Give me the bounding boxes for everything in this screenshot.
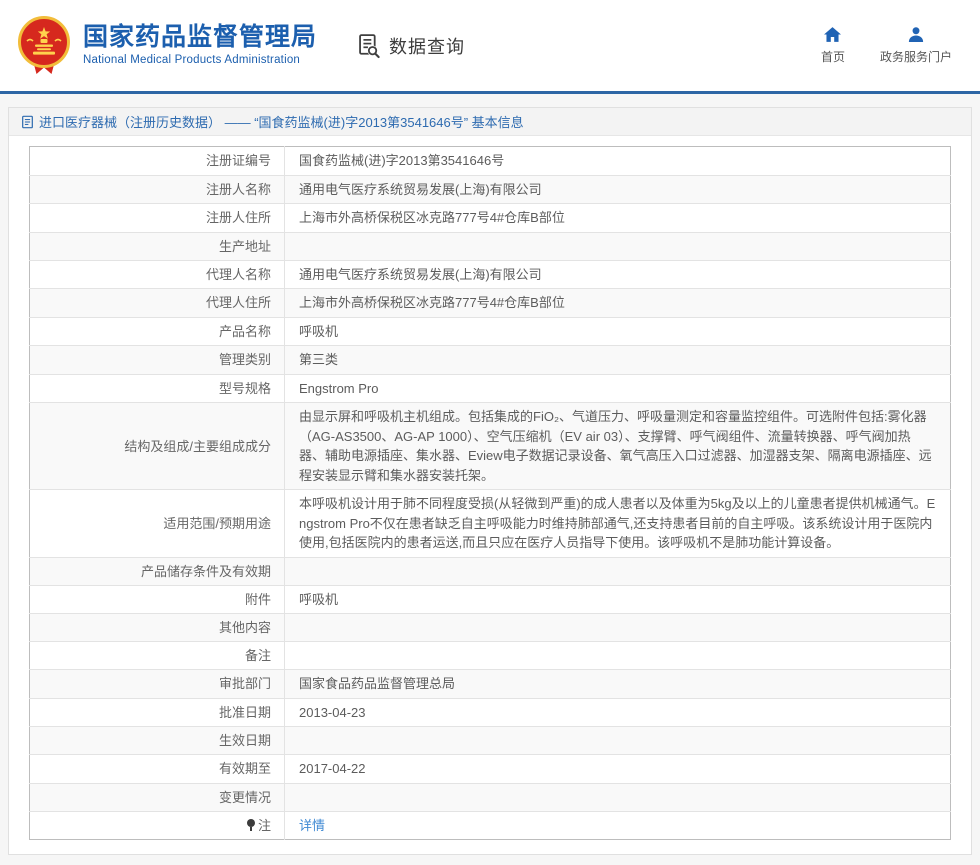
row-value: [285, 783, 951, 811]
row-label: 注册人名称: [30, 175, 285, 204]
page-title: 进口医疗器械（注册历史数据） —— “国食药监械(进)字2013第3541646…: [39, 112, 524, 131]
table-row: 注详情: [30, 811, 951, 840]
detail-link[interactable]: 详情: [299, 818, 325, 833]
table-row: 审批部门国家食品药品监督管理总局: [30, 670, 951, 699]
row-label: 变更情况: [30, 783, 285, 811]
registration-info-table: 注册证编号国食药监械(进)字2013第3541646号注册人名称通用电气医疗系统…: [29, 146, 951, 840]
brand-text: 国家药品监督管理局 National Medical Products Admi…: [83, 24, 317, 67]
brand-subtitle: National Medical Products Administration: [83, 54, 317, 67]
content-panel: 进口医疗器械（注册历史数据） —— “国食药监械(进)字2013第3541646…: [8, 107, 972, 855]
row-label: 生效日期: [30, 727, 285, 755]
row-label: 备注: [30, 642, 285, 670]
row-label: 代理人名称: [30, 260, 285, 289]
brand-title: 国家药品监督管理局: [83, 24, 317, 52]
row-value: 本呼吸机设计用于肺不同程度受损(从轻微到严重)的成人患者以及体重为5kg及以上的…: [285, 490, 951, 558]
home-icon: [823, 26, 842, 43]
row-value: 由显示屏和呼吸机主机组成。包括集成的FiO₂、气道压力、呼吸量测定和容量监控组件…: [285, 403, 951, 490]
row-value: [285, 614, 951, 642]
data-query-section[interactable]: 数据查询: [355, 32, 465, 59]
top-nav: 首页 政务服务门户: [816, 26, 952, 65]
table-row: 变更情况: [30, 783, 951, 811]
table-row: 生产地址: [30, 232, 951, 260]
row-label: 生产地址: [30, 232, 285, 260]
row-label: 审批部门: [30, 670, 285, 699]
table-row: 结构及组成/主要组成成分由显示屏和呼吸机主机组成。包括集成的FiO₂、气道压力、…: [30, 403, 951, 490]
row-label: 批准日期: [30, 698, 285, 727]
row-label: 管理类别: [30, 346, 285, 375]
user-icon: [907, 26, 925, 43]
table-row: 代理人名称通用电气医疗系统贸易发展(上海)有限公司: [30, 260, 951, 289]
national-emblem-icon: [14, 15, 74, 77]
row-value: [285, 642, 951, 670]
row-value: [285, 557, 951, 585]
note-icon: [246, 819, 256, 831]
row-label: 其他内容: [30, 614, 285, 642]
row-value: 呼吸机: [285, 585, 951, 614]
row-value: 上海市外高桥保税区冰克路777号4#仓库B部位: [285, 289, 951, 318]
row-label: 适用范围/预期用途: [30, 490, 285, 558]
brand-logo-link[interactable]: 国家药品监督管理局 National Medical Products Admi…: [14, 15, 317, 77]
table-row: 附件呼吸机: [30, 585, 951, 614]
row-value: 第三类: [285, 346, 951, 375]
row-value: 国食药监械(进)字2013第3541646号: [285, 147, 951, 176]
row-label: 注册人住所: [30, 204, 285, 233]
row-value: 通用电气医疗系统贸易发展(上海)有限公司: [285, 175, 951, 204]
row-value: 上海市外高桥保税区冰克路777号4#仓库B部位: [285, 204, 951, 233]
row-value: 国家食品药品监督管理总局: [285, 670, 951, 699]
row-label: 代理人住所: [30, 289, 285, 318]
row-value: [285, 232, 951, 260]
nav-item-home[interactable]: 首页: [816, 26, 850, 65]
page-body: 进口医疗器械（注册历史数据） —— “国食药监械(进)字2013第3541646…: [0, 94, 980, 865]
row-label: 结构及组成/主要组成成分: [30, 403, 285, 490]
row-label: 产品储存条件及有效期: [30, 557, 285, 585]
data-query-icon: [355, 32, 382, 59]
table-row: 备注: [30, 642, 951, 670]
info-table-wrap: 注册证编号国食药监械(进)字2013第3541646号注册人名称通用电气医疗系统…: [29, 146, 951, 840]
row-label: 附件: [30, 585, 285, 614]
row-label: 注: [30, 811, 285, 840]
data-query-label: 数据查询: [389, 33, 465, 59]
table-row: 其他内容: [30, 614, 951, 642]
row-value: 详情: [285, 811, 951, 840]
table-row: 产品名称呼吸机: [30, 317, 951, 346]
row-label: 产品名称: [30, 317, 285, 346]
row-label: 型号规格: [30, 374, 285, 403]
nav-item-label: 政务服务门户: [880, 48, 952, 65]
table-row: 管理类别第三类: [30, 346, 951, 375]
table-row: 注册人名称通用电气医疗系统贸易发展(上海)有限公司: [30, 175, 951, 204]
site-header: 国家药品监督管理局 National Medical Products Admi…: [0, 0, 980, 91]
table-row: 生效日期: [30, 727, 951, 755]
row-value: 2013-04-23: [285, 698, 951, 727]
row-value: 2017-04-22: [285, 755, 951, 784]
row-label: 注册证编号: [30, 147, 285, 176]
row-label: 有效期至: [30, 755, 285, 784]
row-value: 呼吸机: [285, 317, 951, 346]
table-row: 产品储存条件及有效期: [30, 557, 951, 585]
info-table-body: 注册证编号国食药监械(进)字2013第3541646号注册人名称通用电气医疗系统…: [30, 147, 951, 840]
nav-item-label: 首页: [821, 48, 845, 65]
row-value: 通用电气医疗系统贸易发展(上海)有限公司: [285, 260, 951, 289]
table-row: 批准日期2013-04-23: [30, 698, 951, 727]
table-row: 代理人住所上海市外高桥保税区冰克路777号4#仓库B部位: [30, 289, 951, 318]
table-row: 注册人住所上海市外高桥保税区冰克路777号4#仓库B部位: [30, 204, 951, 233]
row-value: [285, 727, 951, 755]
table-row: 有效期至2017-04-22: [30, 755, 951, 784]
table-row: 适用范围/预期用途本呼吸机设计用于肺不同程度受损(从轻微到严重)的成人患者以及体…: [30, 490, 951, 558]
document-icon: [21, 115, 34, 129]
row-value: Engstrom Pro: [285, 374, 951, 403]
table-row: 注册证编号国食药监械(进)字2013第3541646号: [30, 147, 951, 176]
nav-item-gov-portal[interactable]: 政务服务门户: [880, 26, 952, 65]
page-titlebar: 进口医疗器械（注册历史数据） —— “国食药监械(进)字2013第3541646…: [9, 108, 971, 136]
table-row: 型号规格Engstrom Pro: [30, 374, 951, 403]
